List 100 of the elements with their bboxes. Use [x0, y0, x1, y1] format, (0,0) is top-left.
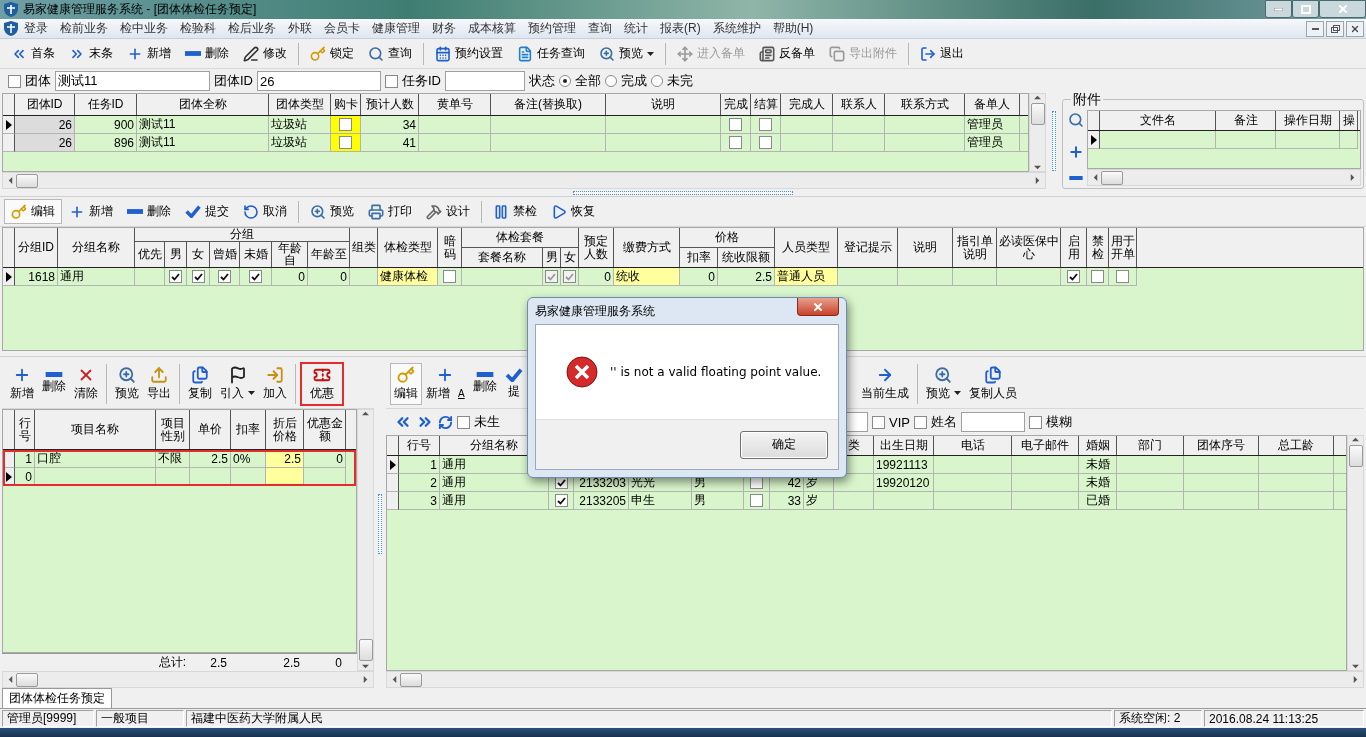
- checkbox[interactable]: [339, 136, 352, 149]
- toolbar-button[interactable]: 恢复: [544, 199, 602, 224]
- checkbox[interactable]: [457, 415, 470, 429]
- toolbar-button[interactable]: 导出: [143, 362, 175, 405]
- arrow-left-icon[interactable]: [1092, 174, 1099, 181]
- toolbar-button[interactable]: 删除: [120, 199, 178, 224]
- toolbar-button[interactable]: 新增 A: [422, 362, 469, 405]
- scrollbar-thumb[interactable]: [1101, 170, 1123, 185]
- checkbox[interactable]: [339, 118, 352, 131]
- row-selector[interactable]: [3, 468, 15, 486]
- close-button[interactable]: [797, 298, 839, 316]
- checkbox[interactable]: [729, 118, 742, 131]
- radio-button[interactable]: [559, 75, 571, 87]
- toolbar-button[interactable]: 锁定: [303, 41, 361, 66]
- minimize-button[interactable]: [1306, 20, 1324, 37]
- tab[interactable]: 团体体检任务预定: [2, 688, 112, 708]
- checkbox[interactable]: [443, 270, 456, 283]
- toolbar-button[interactable]: 退出: [913, 41, 971, 66]
- toolbar-button[interactable]: 查询: [361, 41, 419, 66]
- scrollbar-thumb[interactable]: [1030, 103, 1045, 125]
- minimize-button[interactable]: [1265, 0, 1292, 18]
- checkbox[interactable]: [872, 415, 885, 429]
- restore-button[interactable]: [1326, 20, 1344, 37]
- toolbar-button[interactable]: 取消: [236, 199, 294, 224]
- checkbox[interactable]: [759, 118, 772, 131]
- splitter-handle[interactable]: [573, 190, 793, 195]
- toolbar-button[interactable]: 预览: [111, 362, 143, 405]
- checkbox[interactable]: [1028, 415, 1042, 429]
- add-button[interactable]: [1068, 144, 1084, 160]
- toolbar-button[interactable]: 删除: [178, 41, 236, 66]
- menu-item[interactable]: 会员卡: [318, 20, 366, 37]
- toolbar-button[interactable]: 首条: [4, 41, 62, 66]
- toolbar-button[interactable]: 删除: [468, 369, 501, 398]
- arrow-up-icon[interactable]: [1034, 94, 1041, 101]
- toolbar-button[interactable]: 预约设置: [428, 41, 510, 66]
- scrollbar-thumb[interactable]: [16, 173, 38, 188]
- row-selector[interactable]: [387, 474, 399, 492]
- row-selector[interactable]: [3, 450, 15, 468]
- checkbox[interactable]: [385, 74, 398, 88]
- menu-item[interactable]: 帮助(H): [766, 20, 820, 37]
- menu-item[interactable]: 登录: [18, 20, 54, 37]
- checkbox[interactable]: [913, 415, 927, 429]
- arrow-up-icon[interactable]: [1352, 436, 1359, 443]
- menu-item[interactable]: 查询: [582, 20, 618, 37]
- checkbox[interactable]: [191, 270, 205, 283]
- toolbar-button[interactable]: 优惠: [300, 361, 344, 406]
- vertical-scrollbar[interactable]: [357, 409, 374, 671]
- toolbar-button[interactable]: 禁检: [486, 199, 544, 224]
- arrow-up-icon[interactable]: [362, 410, 369, 417]
- scrollbar-thumb[interactable]: [16, 672, 38, 687]
- input-field[interactable]: 26: [257, 71, 381, 91]
- checkbox[interactable]: [759, 136, 772, 149]
- toolbar-button[interactable]: 加入: [259, 362, 291, 405]
- arrow-left-icon[interactable]: [391, 676, 398, 683]
- toolbar-button[interactable]: 删除: [38, 369, 70, 398]
- horizontal-scrollbar[interactable]: [2, 172, 1046, 189]
- splitter-handle[interactable]: [1052, 111, 1056, 171]
- menu-item[interactable]: 系统维护: [706, 20, 767, 37]
- arrow-left-icon[interactable]: [7, 177, 14, 184]
- vertical-scrollbar[interactable]: [1029, 93, 1046, 172]
- input-field[interactable]: [960, 412, 1025, 432]
- toolbar-button[interactable]: 复制人员: [964, 362, 1021, 405]
- horizontal-scrollbar[interactable]: [386, 671, 1364, 688]
- toolbar-button[interactable]: 任务查询: [510, 41, 592, 66]
- scrollbar-thumb[interactable]: [400, 672, 422, 687]
- checkbox[interactable]: [218, 270, 231, 283]
- toolbar-button[interactable]: 新增: [62, 199, 120, 224]
- toolbar-button[interactable]: 新增: [6, 362, 38, 405]
- arrow-right-icon[interactable]: [1352, 676, 1359, 683]
- menu-item[interactable]: 检后业务: [222, 20, 282, 37]
- restore-button[interactable]: [1292, 0, 1319, 18]
- toolbar-button[interactable]: 预览: [921, 362, 965, 405]
- toolbar-button[interactable]: 编辑: [4, 199, 62, 224]
- scrollbar-thumb[interactable]: [358, 639, 373, 661]
- input-field[interactable]: 测试11: [55, 71, 210, 91]
- menu-item[interactable]: 成本核算: [462, 20, 522, 37]
- search-button[interactable]: [1068, 112, 1084, 128]
- toolbar-button[interactable]: 复制: [184, 362, 216, 405]
- checkbox[interactable]: [750, 494, 763, 507]
- toolbar-button[interactable]: 当前生成: [856, 362, 913, 405]
- menu-item[interactable]: 检验科: [174, 20, 222, 37]
- menu-item[interactable]: 外联: [282, 20, 318, 37]
- toolbar-button[interactable]: 打印: [361, 199, 419, 224]
- toolbar-button[interactable]: 修改: [236, 41, 294, 66]
- row-selector[interactable]: [1088, 131, 1100, 149]
- checkbox[interactable]: [1091, 270, 1104, 283]
- toolbar-button[interactable]: 编辑: [390, 362, 422, 405]
- vertical-scrollbar[interactable]: [1347, 435, 1364, 671]
- toolbar-button[interactable]: 反备单: [752, 41, 822, 66]
- row-selector[interactable]: [3, 268, 15, 286]
- menu-item[interactable]: 统计: [618, 20, 654, 37]
- toolbar-button[interactable]: 末条: [62, 41, 120, 66]
- toolbar-button[interactable]: 设计: [419, 199, 477, 224]
- arrow-left-icon[interactable]: [7, 676, 14, 683]
- menu-item[interactable]: 财务: [426, 20, 462, 37]
- checkbox[interactable]: [249, 270, 262, 283]
- checkbox[interactable]: [554, 494, 568, 507]
- checkbox[interactable]: [729, 136, 742, 149]
- row-selector[interactable]: [3, 116, 15, 134]
- checkbox[interactable]: [8, 74, 21, 88]
